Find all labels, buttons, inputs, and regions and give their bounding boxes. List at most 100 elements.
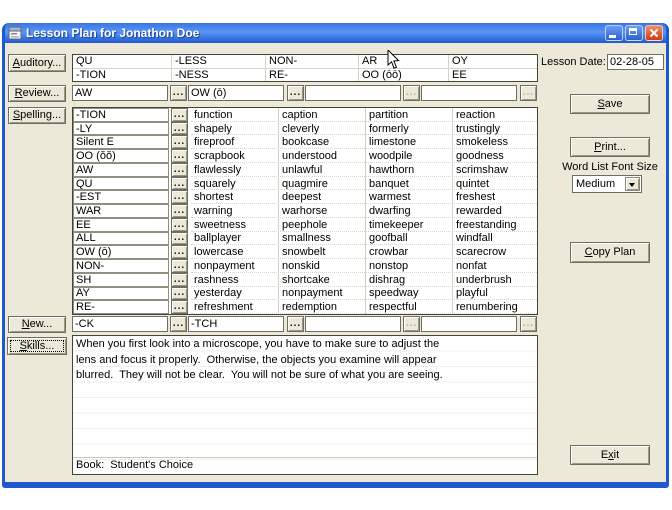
pattern-browse-button[interactable]: ... [171,273,188,287]
pattern-field[interactable]: AY [73,287,169,301]
save-button[interactable]: Save [570,94,650,114]
exit-button[interactable]: Exit [570,445,650,465]
minimize-button[interactable] [605,25,623,41]
skills-text: When you first look into a microscope, y… [73,336,537,385]
review-button[interactable]: Review... [8,85,66,102]
word-cell: renumbering [452,300,539,314]
pattern-browse-button[interactable]: ... [171,245,188,259]
skills-button[interactable]: Skills... [7,337,67,355]
new-browse-button-1[interactable]: ... [170,316,187,332]
pattern-field[interactable]: ALL [73,232,169,246]
pattern-browse-button[interactable]: ... [171,177,188,191]
pattern-field[interactable]: EE [73,218,169,232]
chevron-down-icon[interactable] [625,177,640,191]
pattern-field[interactable]: Silent E [73,135,169,149]
font-size-dropdown[interactable]: Medium [572,175,642,193]
lesson-date-field[interactable] [607,54,664,70]
pattern-browse-button[interactable]: ... [171,122,188,136]
new-field-2[interactable] [188,316,284,332]
word-cell: warhorse [278,204,365,218]
word-table-row: SH...rashnessshortcakedishragunderbrush [73,273,537,287]
print-button[interactable]: Print... [570,137,650,157]
pattern-field[interactable]: NON- [73,259,169,273]
pattern-browse-button[interactable]: ... [171,204,188,218]
sound-pattern-cell: -TION [73,68,171,81]
pattern-browse-button[interactable]: ... [171,190,188,204]
word-table-row: -EST...shortestdeepestwarmestfreshest [73,190,537,204]
review-browse-button-2[interactable]: ... [287,85,304,101]
dialog-content: Auditory... Review... Spelling... New...… [5,43,666,482]
pattern-field[interactable]: WAR [73,204,169,218]
new-field-3[interactable] [305,316,401,332]
pattern-browse-button[interactable]: ... [171,135,188,149]
pattern-field[interactable]: OO (ŏŏ) [73,149,169,163]
pattern-field[interactable]: QU [73,177,169,191]
pattern-field[interactable]: RE- [73,300,169,314]
lesson-date-label: Lesson Date: [541,56,605,68]
pattern-browse-button[interactable]: ... [171,259,188,273]
review-browse-button-3: ... [403,85,420,101]
sound-pattern-cell: EE [448,68,537,81]
sound-pattern-cell: OO (ōō) [358,68,448,81]
font-size-label: Word List Font Size [550,161,666,173]
review-field-2[interactable] [188,85,284,101]
exit-button-label: Exit [601,449,619,461]
new-browse-button-2[interactable]: ... [287,316,304,332]
word-cell: partition [365,108,452,122]
pattern-browse-button[interactable]: ... [171,149,188,163]
pattern-field[interactable]: -LY [73,122,169,136]
new-button[interactable]: New... [8,316,66,333]
pattern-field[interactable]: -TION [73,108,169,122]
review-field-1[interactable] [72,85,168,101]
review-field-3[interactable] [305,85,401,101]
word-cell: squarely [191,177,278,191]
word-cell: nonpayment [191,259,278,273]
pattern-field[interactable]: SH [73,273,169,287]
spelling-button[interactable]: Spelling... [8,107,66,124]
pattern-field[interactable]: -EST [73,190,169,204]
word-cell: warning [191,204,278,218]
pattern-browse-button[interactable]: ... [171,287,188,301]
word-table-row: -LY...shapelycleverlyformerlytrustingly [73,122,537,136]
pattern-browse-button[interactable]: ... [171,232,188,246]
word-cell: deepest [278,190,365,204]
word-cell: nonpayment [278,287,365,301]
new-field-4[interactable] [421,316,517,332]
review-browse-button-1[interactable]: ... [170,85,187,101]
word-cell: quagmire [278,177,365,191]
review-button-label: Review... [15,87,60,99]
word-cell: rewarded [452,204,539,218]
new-field-1[interactable] [72,316,168,332]
word-cell: banquet [365,177,452,191]
word-cell: nonskid [278,259,365,273]
titlebar[interactable]: Lesson Plan for Jonathon Doe [5,23,666,43]
word-cell: woodpile [365,149,452,163]
pattern-browse-button[interactable]: ... [171,300,188,314]
new-browse-button-4: ... [520,316,537,332]
pattern-browse-button[interactable]: ... [171,163,188,177]
close-button[interactable] [645,25,663,41]
pattern-field[interactable]: OW (ō) [73,245,169,259]
auditory-button[interactable]: Auditory... [8,54,66,72]
skills-text-area[interactable]: When you first look into a microscope, y… [72,335,538,475]
word-cell: scarecrow [452,245,539,259]
pattern-browse-button[interactable]: ... [171,218,188,232]
word-cell: playful [452,287,539,301]
word-cell: windfall [452,232,539,246]
word-cell: nonfat [452,259,539,273]
word-cell: rashness [191,273,278,287]
copy-plan-button[interactable]: Copy Plan [570,242,650,263]
review-field-4[interactable] [421,85,517,101]
word-cell: nonstop [365,259,452,273]
pattern-browse-button[interactable]: ... [171,108,188,122]
word-cell: smallness [278,232,365,246]
maximize-button[interactable] [625,25,643,41]
word-cell: goofball [365,232,452,246]
review-browse-button-4: ... [520,85,537,101]
word-table-row: AW...flawlesslyunlawfulhawthornscrimshaw [73,163,537,177]
word-table-row: AY...yesterdaynonpaymentspeedwayplayful [73,287,537,301]
word-cell: bookcase [278,135,365,149]
pattern-field[interactable]: AW [73,163,169,177]
word-cell: flawlessly [191,163,278,177]
lesson-plan-window: Lesson Plan for Jonathon Doe Auditory...… [2,23,669,488]
